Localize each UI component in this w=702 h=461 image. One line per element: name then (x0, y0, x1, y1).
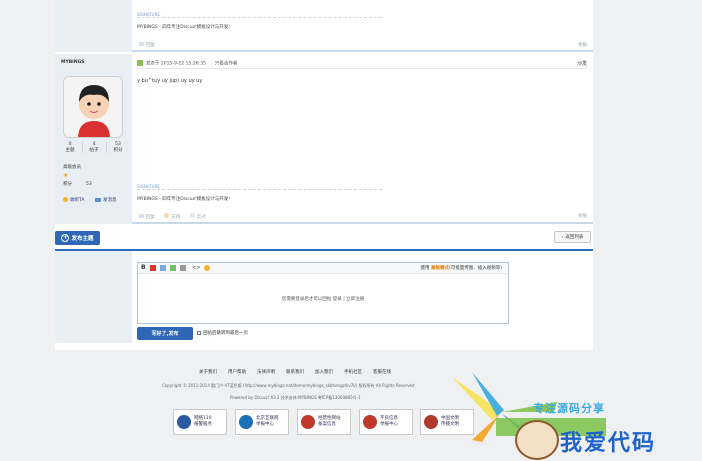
author-name[interactable]: MYBINGS (61, 60, 85, 65)
quick-reply-editor: B <> 使用 高级模式(可批量传图、插入视频等) 您需要登录后才可以回帖 登录… (137, 262, 509, 324)
chevron-left-icon: ‹ (561, 234, 564, 240)
civilization-icon (424, 415, 438, 429)
thumbs-down-icon (189, 213, 195, 218)
author-sidebar (55, 0, 132, 52)
post-actions: 回复 支持 反对 (139, 213, 206, 220)
reply-link[interactable]: 回复 (139, 214, 155, 220)
footer-link[interactable]: 法律声明 (257, 369, 275, 375)
checkbox[interactable] (197, 330, 201, 335)
star-icon: ★ (63, 172, 69, 179)
image-icon[interactable] (160, 265, 166, 271)
post-meta: 发表于 2015-9-22 15:26:35 | 只看该作者 (137, 60, 237, 67)
code-icon[interactable]: <> (192, 265, 200, 271)
post-fragment: SIGNATURE MYBINGS - 四年专注Discuz!模板设计与开发! … (55, 0, 593, 52)
floor-number[interactable]: 沙发 (577, 60, 587, 67)
report-center-icon (239, 415, 253, 429)
footer-link[interactable]: 关于我们 (199, 369, 217, 375)
reply-icon (139, 42, 144, 46)
footer-link[interactable]: 用户帮助 (228, 369, 246, 375)
footer-link[interactable]: 加入我们 (315, 369, 333, 375)
police-shield-icon (177, 415, 191, 429)
reply-link[interactable]: 回复 (139, 42, 155, 48)
new-topic-button[interactable]: + 发布主题 (55, 231, 100, 245)
pirate-avatar (515, 420, 559, 460)
warning-icon (363, 415, 377, 429)
jump-to-last-checkbox[interactable]: 回帖后跳转到最后一页 (197, 330, 248, 336)
author-sidebar: MYBINGS 0 主题 4 帖子 53 积分 高级会员 ★ 积分 53 收听T… (55, 54, 132, 224)
stat-posts[interactable]: 4 帖子 (83, 142, 105, 153)
report-link[interactable]: 举报 (578, 42, 587, 48)
attachment-icon[interactable] (180, 265, 186, 271)
stat-topics[interactable]: 0 主题 (59, 142, 81, 153)
reply-section-divider (55, 249, 593, 251)
message-link[interactable]: 发消息 (95, 197, 117, 203)
trust-badge[interactable]: 不良信息 举报中心 (359, 409, 413, 435)
post-body: y bu^tuy uy jup) uy uy uy (137, 78, 203, 84)
avatar[interactable] (63, 76, 123, 138)
powered-by: Powered by Discuz! X3.2 技术支持:MYBINGS 粤IC… (230, 395, 361, 400)
meta-divider (137, 68, 587, 69)
trust-badge[interactable]: 北京互联网 举报中心 (235, 409, 289, 435)
support-link[interactable]: 支持 (164, 213, 180, 220)
user-rank[interactable]: 高级会员 (63, 164, 81, 170)
footer-link[interactable]: 联系我们 (286, 369, 304, 375)
user-online-icon (137, 60, 143, 66)
signature-text: MYBINGS - 四年专注Discuz!模板设计与开发! (137, 25, 231, 30)
reply-sidebar (55, 251, 132, 343)
advanced-mode-toggle[interactable]: 使用 高级模式(可批量传图、插入视频等) (421, 265, 502, 271)
editor-toolbar: B <> 使用 高级模式(可批量传图、插入视频等) (138, 263, 508, 274)
follow-icon (63, 197, 68, 202)
author-stats: 0 主题 4 帖子 53 积分 (59, 142, 129, 153)
watermark-brand: 我爱代码 (560, 431, 657, 456)
plus-icon: + (61, 234, 70, 242)
link-icon[interactable] (170, 265, 176, 271)
watermark-tagline: 专注源码分享 (533, 402, 605, 415)
emblem-icon (301, 415, 315, 429)
signature-divider (137, 17, 382, 18)
bold-icon[interactable]: B (141, 265, 147, 271)
envelope-icon (95, 197, 101, 202)
signature-divider (137, 189, 382, 190)
post: MYBINGS 0 主题 4 帖子 53 积分 高级会员 ★ 积分 53 收听T… (55, 54, 593, 224)
login-prompt[interactable]: 您需要登录后才可以回帖 登录 | 立即注册 (138, 296, 508, 302)
reply-icon (139, 214, 144, 218)
only-author-link[interactable]: 只看该作者 (215, 62, 238, 67)
thumbs-up-icon (164, 213, 170, 218)
trust-badge[interactable]: 经营性网站 备案信息 (297, 409, 351, 435)
credit-row: 积分 53 (63, 182, 92, 187)
font-color-icon[interactable] (150, 265, 156, 271)
stat-credits[interactable]: 53 积分 (107, 142, 129, 153)
footer-link[interactable]: 手机社区 (344, 369, 362, 375)
submit-reply-button[interactable]: 写好了,发布 (137, 327, 193, 340)
oppose-link[interactable]: 反对 (189, 213, 206, 220)
back-to-list-button[interactable]: ‹ 返回列表 (554, 231, 591, 243)
report-link[interactable]: 举报 (578, 213, 587, 219)
follow-link[interactable]: 收听TA (63, 197, 84, 203)
footer-links: 关于我们 用户帮助 法律声明 联系我们 加入我们 手机社区 客服在线 (199, 369, 391, 375)
trust-badge[interactable]: 网络110 报警服务 (173, 409, 227, 435)
signature-text: MYBINGS - 四年专注Discuz!模板设计与开发! (137, 197, 231, 202)
footer-link[interactable]: 客服在线 (373, 369, 391, 375)
copyright: Copyright © 2011-2014 酷门户-VT蓝色版 (http://… (162, 383, 415, 388)
smiley-icon[interactable] (204, 265, 210, 271)
